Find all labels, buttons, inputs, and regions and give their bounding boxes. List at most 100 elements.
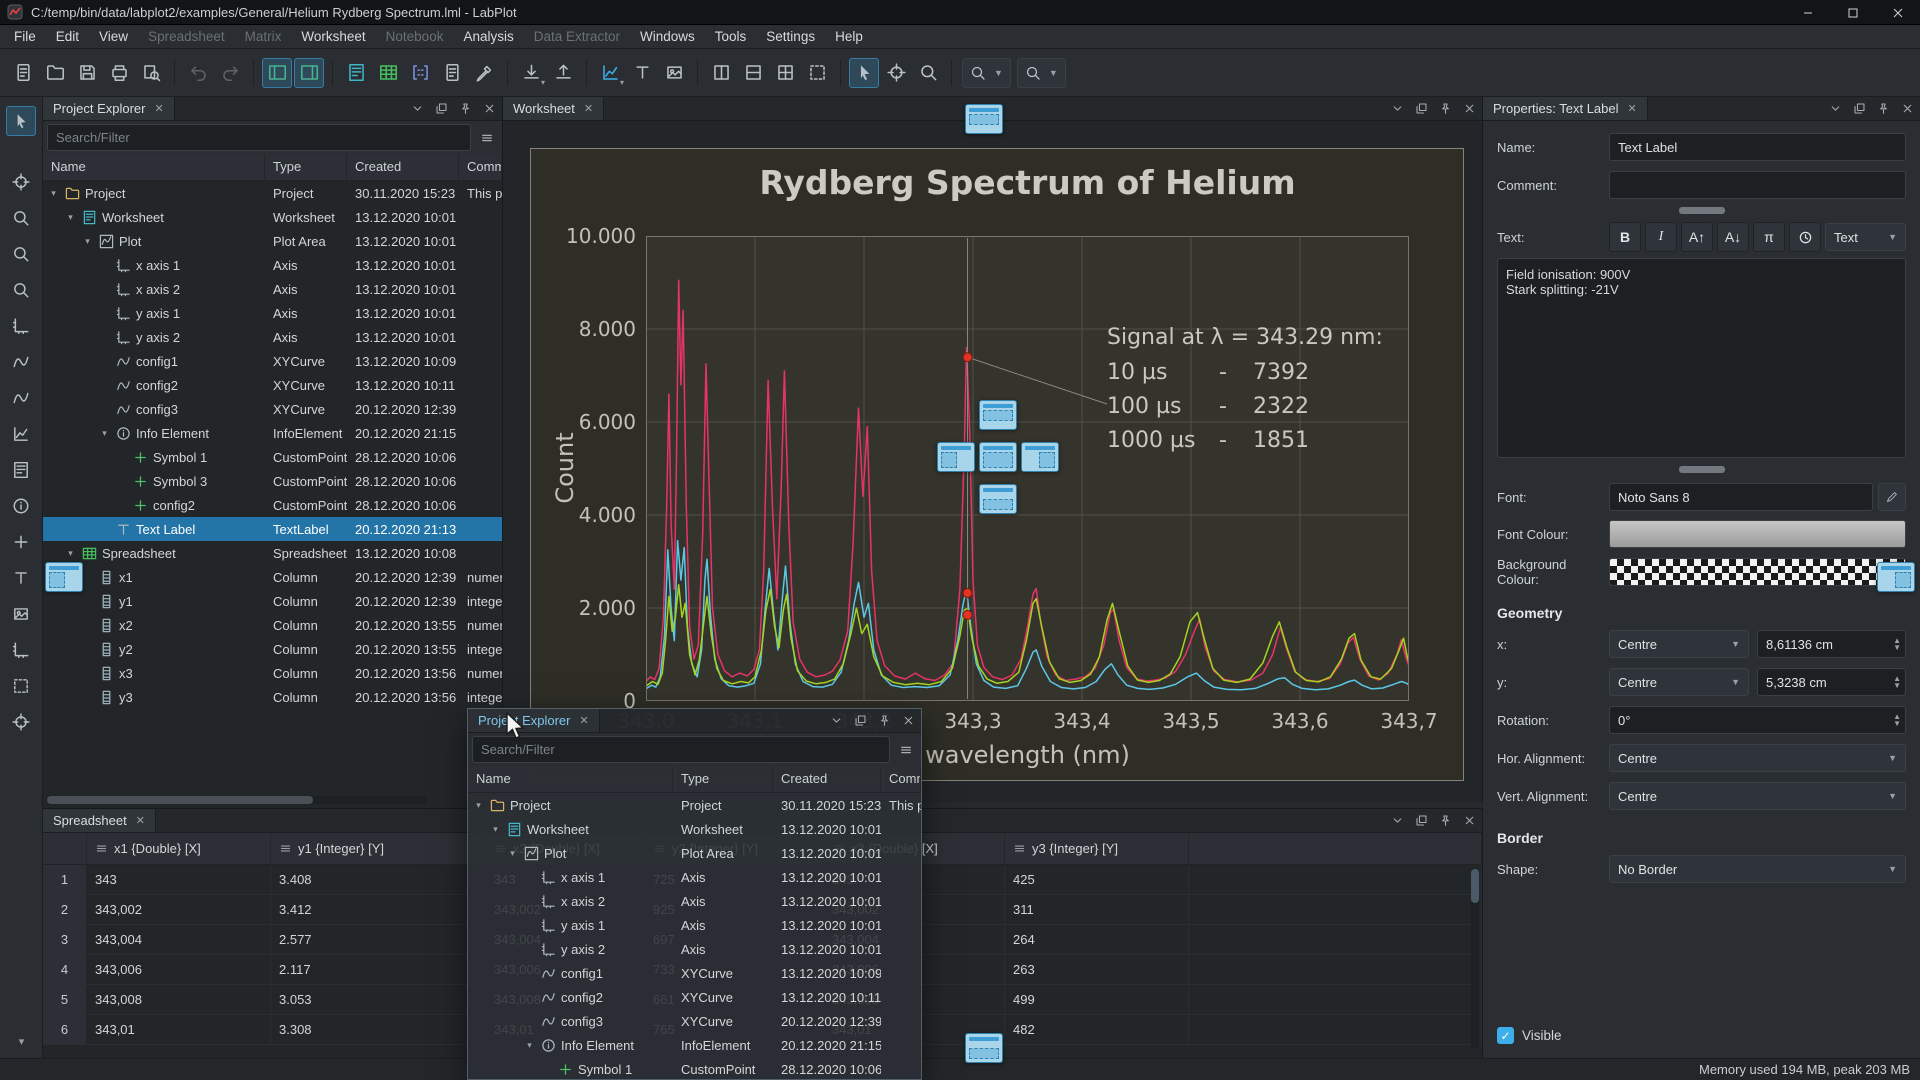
print-button[interactable] <box>104 58 134 88</box>
tree-row-y3[interactable]: y3Column20.12.2020 13:56integer da... <box>43 685 502 709</box>
tree-row-project[interactable]: ▾ProjectProject30.11.2020 15:23This proj… <box>43 181 502 205</box>
new-worksheet-button[interactable] <box>341 58 371 88</box>
tree-row-config2[interactable]: config2XYCurve13.12.2020 10:11 <box>43 373 502 397</box>
sheet-cell[interactable]: 343,01 <box>87 1015 271 1044</box>
text-content-area[interactable]: Field ionisation: 900V Stark splitting: … <box>1497 258 1906 458</box>
add-legend-tool-button[interactable] <box>6 455 36 485</box>
tree-row-spreadsheet[interactable]: ▾SpreadsheetSpreadsheet13.12.2020 10:08 <box>43 541 502 565</box>
tree-column-comment[interactable]: Comment <box>881 766 921 792</box>
name-field[interactable] <box>1609 133 1906 161</box>
add-custom-point-tool-button[interactable] <box>6 527 36 557</box>
crosshair-tool-button[interactable] <box>6 167 36 197</box>
tree-column-comment[interactable]: Comment <box>459 154 502 180</box>
menu-view[interactable]: View <box>89 25 138 48</box>
tree-row-y2[interactable]: y2Column20.12.2020 13:55integer da... <box>43 637 502 661</box>
y-position-combo[interactable]: Centre▼ <box>1609 668 1749 696</box>
add-text-label-button[interactable] <box>627 58 657 88</box>
splitter-handle[interactable] <box>1679 466 1725 473</box>
tree-row-config1[interactable]: config1XYCurve13.12.2020 10:09 <box>43 349 502 373</box>
tree-row-config2[interactable]: config2CustomPoint28.12.2020 10:06 <box>43 493 502 517</box>
info-element-label[interactable]: Signal at λ = 343.29 nm:10 µs-7392100 µs… <box>1107 325 1383 458</box>
zoom-select-mode-button[interactable] <box>913 58 943 88</box>
tree-row-worksheet[interactable]: ▾WorksheetWorksheet13.12.2020 10:01 <box>43 205 502 229</box>
tree-row-info-element[interactable]: ▾Info ElementInfoElement20.12.2020 21:15 <box>468 1033 921 1057</box>
dock-close-button[interactable] <box>1899 100 1916 117</box>
close-tab-icon[interactable]: ✕ <box>584 102 593 115</box>
dock-close-button[interactable] <box>481 100 498 117</box>
sheet-cell[interactable]: 343,006 <box>87 955 271 984</box>
add-info-element-tool-button[interactable] <box>6 491 36 521</box>
tree-column-name[interactable]: Name <box>468 766 673 792</box>
tree-row-plot[interactable]: ▾PlotPlot Area13.12.2020 10:01 <box>43 229 502 253</box>
sheet-column-header[interactable]: x1 {Double} [X] <box>87 833 271 864</box>
sheet-cell[interactable]: 343 <box>87 865 271 894</box>
vertical-scrollbar[interactable] <box>1471 869 1479 1049</box>
dock-pin-button[interactable] <box>1437 100 1454 117</box>
tab-spreadsheet[interactable]: Spreadsheet ✕ <box>43 809 156 832</box>
sheet-cell[interactable]: 482 <box>1005 1015 1189 1044</box>
sheet-cell[interactable]: 3.408 <box>271 865 486 894</box>
tree-column-type[interactable]: Type <box>673 766 773 792</box>
rotation-spinbox[interactable]: 0° ▲▼ <box>1609 706 1906 734</box>
dock-pin-button[interactable] <box>876 712 893 729</box>
shift-scale-tool-button[interactable] <box>6 707 36 737</box>
add-equation-curve-tool-button[interactable] <box>6 383 36 413</box>
floating-project-explorer[interactable]: Project Explorer ✕ NameTypeCreatedCommen… <box>467 708 922 1080</box>
y-offset-spinbox[interactable]: 5,3238 cm ▲▼ <box>1757 668 1906 696</box>
dock-menu-button[interactable] <box>1389 812 1406 829</box>
tree-row-text-label[interactable]: Text LabelTextLabel20.12.2020 21:13 <box>43 517 502 541</box>
dock-indicator-center[interactable] <box>979 442 1017 472</box>
tree-row-config2[interactable]: config2XYCurve13.12.2020 10:11 <box>468 985 921 1009</box>
sheet-cell[interactable]: 3.053 <box>271 985 486 1014</box>
add-text-label-tool-button[interactable] <box>6 563 36 593</box>
save-project-button[interactable] <box>72 58 102 88</box>
tree-row-x2[interactable]: x2Column20.12.2020 13:55numerical <box>43 613 502 637</box>
dock-pin-button[interactable] <box>457 100 474 117</box>
search-input[interactable] <box>47 124 471 151</box>
dock-indicator-bottom[interactable] <box>965 1033 1003 1063</box>
toggle-properties-explorer-button[interactable] <box>294 58 324 88</box>
dock-close-button[interactable] <box>1461 812 1478 829</box>
horizontal-scrollbar[interactable] <box>47 796 427 804</box>
menu-tools[interactable]: Tools <box>705 25 757 48</box>
tree-row-symbol-3[interactable]: Symbol 3CustomPoint28.12.2020 10:06 <box>43 469 502 493</box>
break-layout-button[interactable] <box>802 58 832 88</box>
new-matrix-button[interactable] <box>405 58 435 88</box>
open-project-button[interactable] <box>40 58 70 88</box>
tree-row-y-axis-2[interactable]: y axis 2Axis13.12.2020 10:01 <box>43 325 502 349</box>
font-picker-button[interactable] <box>1878 483 1906 511</box>
close-tab-icon[interactable]: ✕ <box>136 814 145 827</box>
dock-menu-button[interactable] <box>1827 100 1844 117</box>
redo-button[interactable] <box>215 58 245 88</box>
add-axis-tool-button[interactable] <box>6 311 36 341</box>
sheet-column-header[interactable]: y3 {Integer} [Y] <box>1005 833 1189 864</box>
magnification-combo[interactable]: ▼ <box>1017 58 1066 88</box>
tree-column-name[interactable]: Name <box>43 154 265 180</box>
export-button[interactable] <box>548 58 578 88</box>
zoom-x-select-tool-button[interactable] <box>6 239 36 269</box>
tree-row-x3[interactable]: x3Column20.12.2020 13:56numerical <box>43 661 502 685</box>
add-image-button[interactable] <box>659 58 689 88</box>
dock-pin-button[interactable] <box>1875 100 1892 117</box>
tree-column-created[interactable]: Created <box>773 766 881 792</box>
sheet-column-header[interactable]: y1 {Integer} [Y] <box>271 833 486 864</box>
dock-float-button[interactable] <box>1413 812 1430 829</box>
vert-alignment-combo[interactable]: Centre▼ <box>1609 782 1906 810</box>
tree-row-worksheet[interactable]: ▾WorksheetWorksheet13.12.2020 10:01 <box>468 817 921 841</box>
dock-indicator-top[interactable] <box>965 104 1003 134</box>
tree-row-y1[interactable]: y1Column20.12.2020 12:39integer da... <box>43 589 502 613</box>
expander-icon[interactable]: ▾ <box>489 824 502 835</box>
sheet-cell[interactable]: 425 <box>1005 865 1189 894</box>
data-extractor-button[interactable] <box>469 58 499 88</box>
bold-button[interactable]: B <box>1609 222 1641 252</box>
add-histogram-tool-button[interactable] <box>6 419 36 449</box>
sheet-cell[interactable]: 499 <box>1005 985 1189 1014</box>
search-input[interactable] <box>472 736 890 763</box>
font-field[interactable] <box>1609 483 1873 511</box>
text-mode-combo[interactable]: Text ▼ <box>1825 223 1906 251</box>
tree-row-y-axis-1[interactable]: y axis 1Axis13.12.2020 10:01 <box>43 301 502 325</box>
menu-windows[interactable]: Windows <box>630 25 705 48</box>
expander-icon[interactable]: ▾ <box>64 212 77 223</box>
insert-datetime-button[interactable] <box>1789 222 1821 252</box>
tree-column-type[interactable]: Type <box>265 154 347 180</box>
